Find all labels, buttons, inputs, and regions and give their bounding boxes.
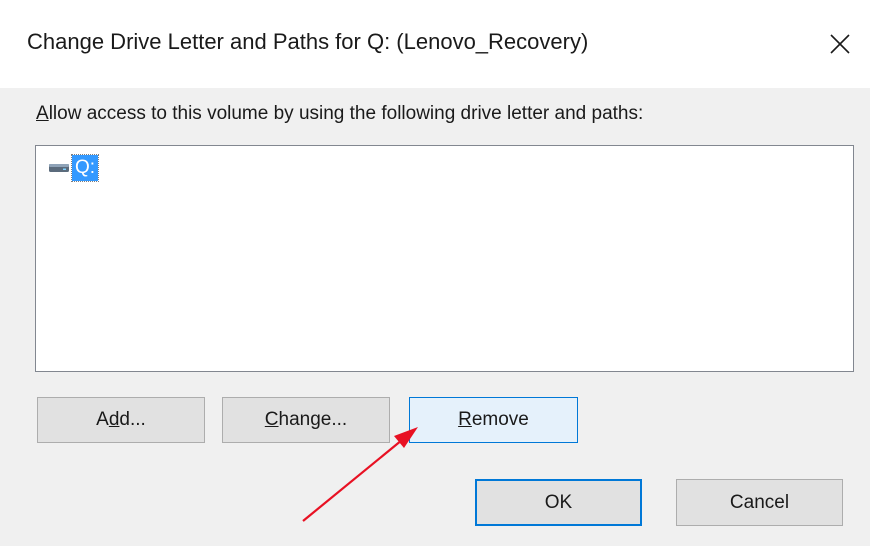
add-button-accelerator: d [108, 409, 120, 430]
close-button[interactable] [816, 20, 864, 68]
change-button[interactable]: Change... [222, 397, 390, 443]
instruction-accelerator: A [36, 103, 49, 124]
remove-button[interactable]: Remove [409, 397, 578, 443]
cancel-button-label: Cancel [729, 491, 790, 513]
list-item[interactable]: Q: [48, 154, 100, 182]
remove-button-post: emove [471, 409, 529, 430]
change-button-post: hange... [278, 409, 348, 430]
add-button-pre: A [96, 409, 109, 430]
ok-button-label: OK [544, 491, 573, 513]
cancel-button[interactable]: Cancel [676, 479, 843, 526]
instruction-label: Allow access to this volume by using the… [36, 103, 643, 125]
title-bar: Change Drive Letter and Paths for Q: (Le… [0, 0, 870, 88]
remove-button-accelerator: R [458, 409, 472, 430]
dialog-window: Change Drive Letter and Paths for Q: (Le… [0, 0, 870, 546]
drive-icon [49, 164, 69, 172]
instruction-text: llow access to this volume by using the … [48, 103, 644, 124]
paths-listbox[interactable]: Q: [35, 145, 854, 372]
add-button-post: d... [119, 409, 146, 430]
change-button-accelerator: C [264, 409, 279, 430]
window-title: Change Drive Letter and Paths for Q: (Le… [27, 29, 589, 54]
close-icon [830, 34, 850, 54]
list-item-label: Q: [70, 154, 100, 182]
ok-button[interactable]: OK [475, 479, 642, 526]
add-button[interactable]: Ad d... [37, 397, 205, 443]
